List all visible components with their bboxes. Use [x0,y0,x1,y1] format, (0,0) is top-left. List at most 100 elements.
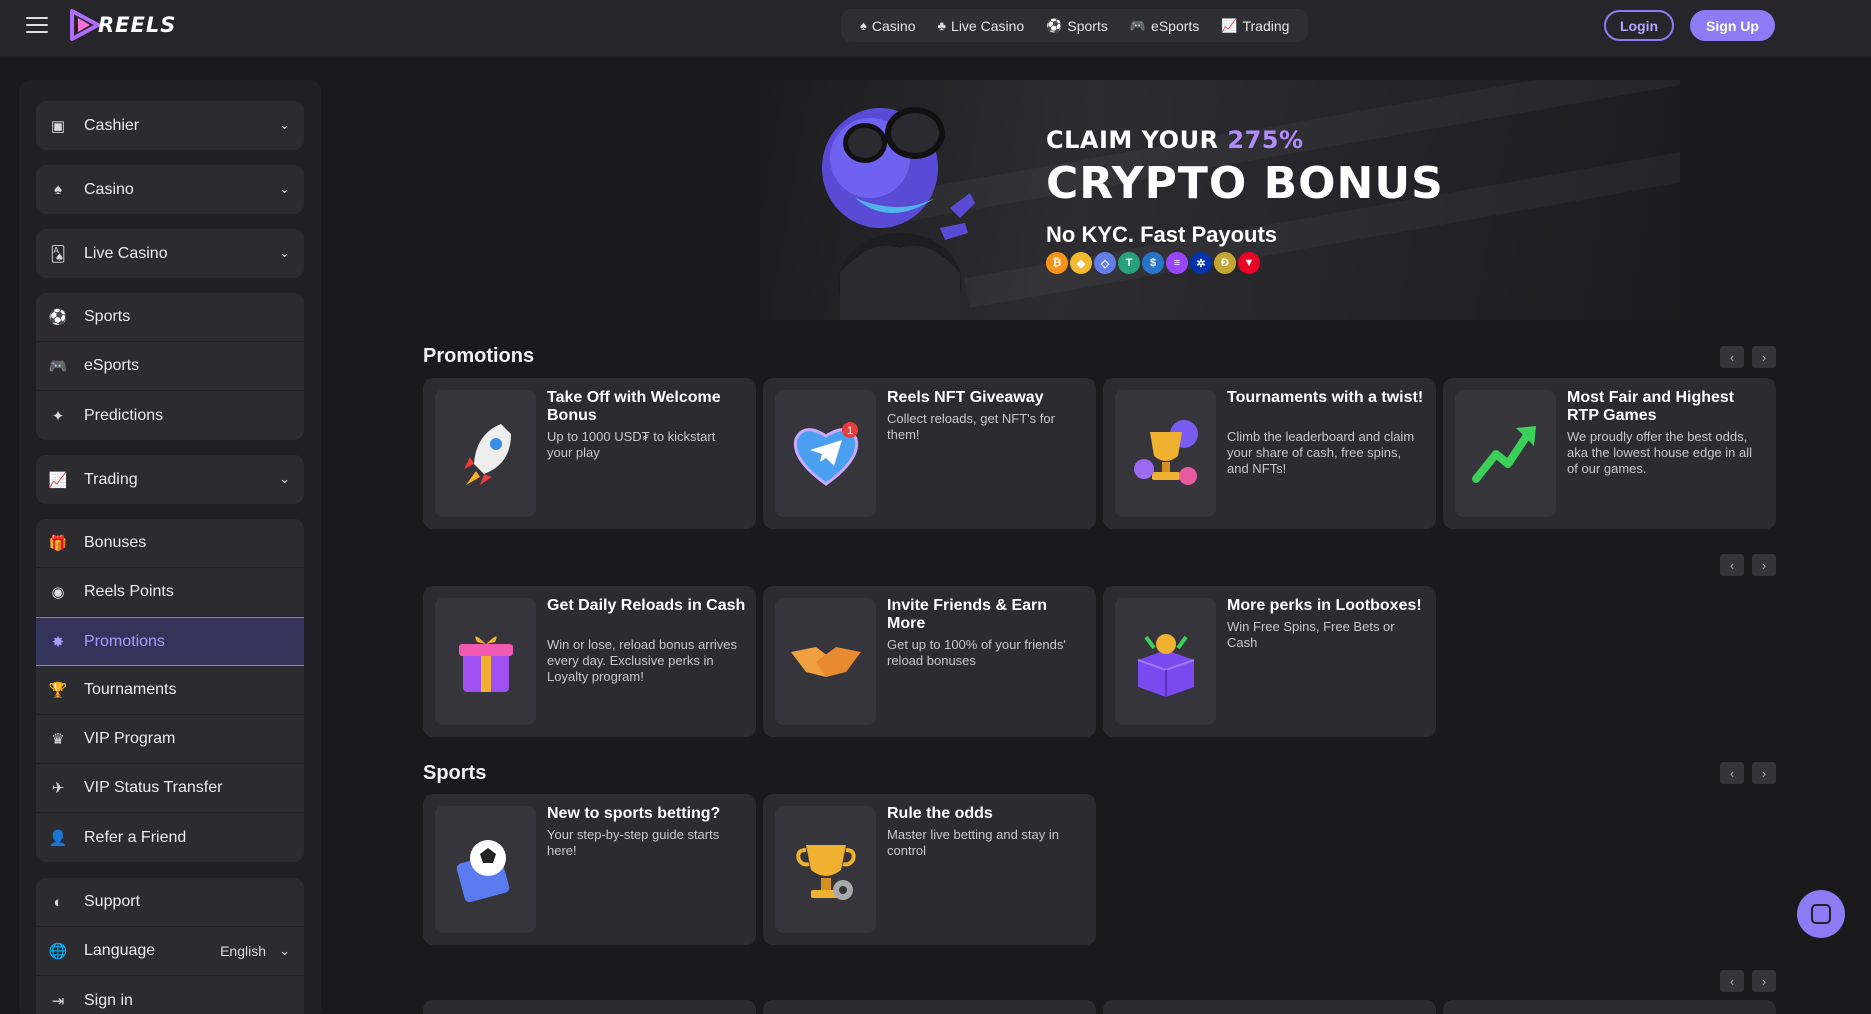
topnav-live-casino[interactable]: ♣ Live Casino [927,18,1036,34]
sidebar-item-sign-in[interactable]: ⇥ Sign in [36,976,304,1014]
sidebar-group-sports: ⚽ Sports 🎮 eSports ✦ Predictions [36,293,304,440]
crown-icon: ♛ [51,731,65,748]
carousel-prev-button[interactable]: ‹ [1720,970,1744,992]
promo-card-nft-giveaway[interactable]: 1 Reels NFT Giveaway Collect reloads, ge… [763,378,1096,529]
promo-card-title: Tournaments with a twist! [1227,389,1424,406]
chevron-down-icon: ⌄ [279,471,290,486]
sports-card-rule-the-odds[interactable]: Rule the odds Master live betting and st… [763,794,1096,945]
top-bar: REELS ♠ Casino ♣ Live Casino ⚽ Sports 🎮 eSpo… [0,0,1871,57]
sidebar-item-sports[interactable]: ⚽ Sports [36,293,304,342]
carousel-prev-button[interactable]: ‹ [1720,346,1744,368]
topnav-casino[interactable]: ♠ Casino [849,18,927,34]
sidebar-item-support[interactable]: ◐ Support [36,878,304,927]
sidebar-item-label: Language [84,942,156,959]
trophy-icon: 🏆 [48,682,68,699]
sidebar-item-label: Tournaments [84,681,177,698]
sidebar-group-casino: ♠ Casino ⌄ [36,165,304,214]
logo-text: REELS [98,13,177,37]
carousel-next-button[interactable]: › [1752,762,1776,784]
topnav-esports[interactable]: 🎮 eSports [1119,18,1210,34]
promo-card-title: Take Off with Welcome Bonus [547,389,721,424]
promotions-carousel-arrows: ‹ › [1712,346,1776,368]
sidebar-item-language[interactable]: 🌐 Language English ⌄ [36,927,304,976]
promo-card-lootboxes[interactable]: More perks in Lootboxes! Win Free Spins,… [1103,586,1436,737]
promo-card-desc: Win Free Spins, Free Bets or Cash [1227,619,1395,650]
topnav-label: Trading [1242,17,1290,34]
sidebar-item-vip-status-transfer[interactable]: ✈ VIP Status Transfer [36,764,304,813]
soccer-ball-icon: ⚽ [1046,17,1063,33]
sidebar-item-live-casino[interactable]: 🂡 Live Casino ⌄ [36,229,304,278]
sidebar-item-label: Reels Points [84,583,174,600]
sidebar-item-label: VIP Status Transfer [84,779,223,796]
menu-icon[interactable] [26,17,48,35]
sidebar-item-label: VIP Program [84,730,176,747]
globe-icon: 🌐 [48,943,68,960]
chat-button[interactable] [1797,890,1845,938]
sign-up-button[interactable]: Sign Up [1690,10,1775,41]
sidebar-item-bonuses[interactable]: 🎁 Bonuses [36,519,304,568]
sidebar-item-reels-points[interactable]: ◉ Reels Points [36,568,304,617]
chart-icon: 📈 [1221,17,1238,33]
sports-card-desc: Your step-by-step guide starts here! [547,827,720,858]
carousel-next-button[interactable]: › [1752,554,1776,576]
sidebar-group-cashier: ▣ Cashier ⌄ [36,101,304,150]
login-button[interactable]: Login [1604,10,1674,41]
topnav-trading[interactable]: 📈 Trading [1210,18,1300,34]
heart-telegram-icon: 1 [775,390,876,517]
sidebar-item-label: Cashier [84,116,140,134]
reels-logo-icon [70,9,100,41]
partial-card[interactable] [423,1000,756,1014]
carousel-prev-button[interactable]: ‹ [1720,554,1744,576]
carousel-next-button[interactable]: › [1752,346,1776,368]
sports-carousel-arrows: ‹ › [1712,762,1776,784]
promo-card-welcome-bonus[interactable]: Take Off with Welcome Bonus Up to 1000 U… [423,378,756,529]
sidebar-item-cashier[interactable]: ▣ Cashier ⌄ [36,101,304,150]
sidebar-item-casino[interactable]: ♠ Casino ⌄ [36,165,304,214]
chevron-down-icon: ⌄ [279,181,290,196]
promo-card-tournaments[interactable]: Tournaments with a twist! Climb the lead… [1103,378,1436,529]
hero-claim-prefix: CLAIM YOUR [1046,126,1219,154]
promo-card-desc: Win or lose, reload bonus arrives every … [547,637,738,684]
sidebar-group-support: ◐ Support 🌐 Language English ⌄ ⇥ Sign in [36,878,304,1014]
crypto-coin-icon: ₿ [1046,252,1068,274]
partial-card[interactable] [763,1000,1096,1014]
carousel-prev-button[interactable]: ‹ [1720,762,1744,784]
sidebar-item-predictions[interactable]: ✦ Predictions [36,391,304,440]
promo-card-title: Most Fair and Highest RTP Games [1567,389,1735,424]
sidebar-item-vip-program[interactable]: ♛ VIP Program [36,715,304,764]
sidebar-item-tournaments[interactable]: 🏆 Tournaments [36,666,304,715]
logo[interactable]: REELS [68,9,176,41]
sidebar-item-label: Refer a Friend [84,828,187,846]
sidebar-item-promotions[interactable]: ✸ Promotions [36,617,304,666]
partial-card[interactable] [1103,1000,1436,1014]
promo-card-invite-friends[interactable]: Invite Friends & Earn More Get up to 100… [763,586,1096,737]
hero-banner[interactable]: CLAIM YOUR 275% CRYPTO BONUS No KYC. Fas… [760,80,1680,320]
promotions-section-title: Promotions [423,345,535,367]
reels-points-icon: ◉ [51,584,65,601]
promo-card-fair-rtp[interactable]: Most Fair and Highest RTP Games We proud… [1443,378,1776,529]
sports-section-title: Sports [423,762,487,784]
chevron-down-icon: ⌄ [279,117,290,132]
sports-card-new-to-betting[interactable]: New to sports betting? Your step-by-step… [423,794,756,945]
sidebar-item-label: Bonuses [84,534,147,551]
sidebar-item-refer-a-friend[interactable]: 👤 Refer a Friend [36,813,304,862]
crypto-coin-icon: ◇ [1094,252,1116,274]
sidebar-item-esports[interactable]: 🎮 eSports [36,342,304,391]
sidebar-item-trading[interactable]: 📈 Trading ⌄ [36,455,304,504]
promo-card-daily-reloads[interactable]: Get Daily Reloads in Cash Win or lose, r… [423,586,756,737]
carousel-next-button[interactable]: › [1752,970,1776,992]
crypto-coin-icon: ◆ [1070,252,1092,274]
megaphone-icon: ✸ [51,633,65,651]
sidebar-item-label: Support [84,893,141,910]
cards-icon: 🂡 [50,245,66,263]
sidebar-group-trading: 📈 Trading ⌄ [36,455,304,504]
topnav-sports[interactable]: ⚽ Sports [1035,18,1119,34]
sidebar-item-label: Promotions [84,632,165,650]
promo-card-title: More perks in Lootboxes! [1227,597,1422,614]
gamepad-icon: 🎮 [48,358,68,375]
chevron-down-icon: ⌄ [279,245,290,260]
topnav-label: Sports [1067,17,1108,34]
promo-card-title: Reels NFT Giveaway [887,389,1044,406]
partial-card[interactable] [1443,1000,1776,1014]
hero-claim-percent: 275% [1227,126,1304,154]
